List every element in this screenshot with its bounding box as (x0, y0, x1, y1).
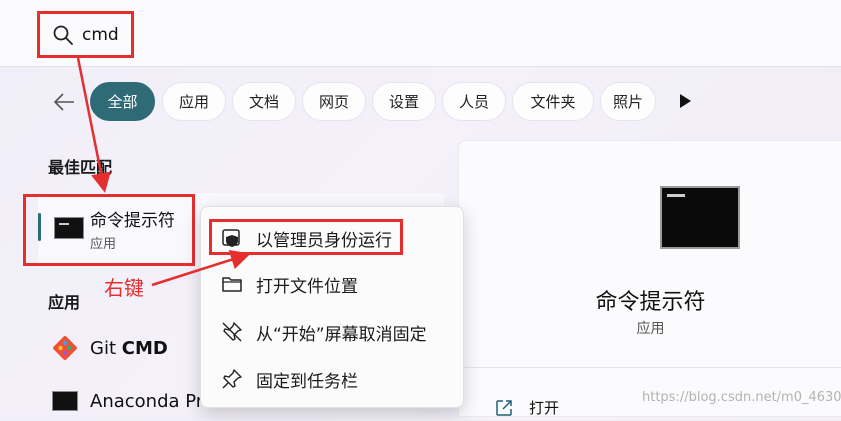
arrow-search-to-result (76, 57, 111, 193)
annotation-arrows (76, 57, 251, 287)
watermark: https://blog.csdn.net/m0_46308522 (642, 390, 841, 405)
arrow-annotation-to-menu (151, 250, 251, 287)
